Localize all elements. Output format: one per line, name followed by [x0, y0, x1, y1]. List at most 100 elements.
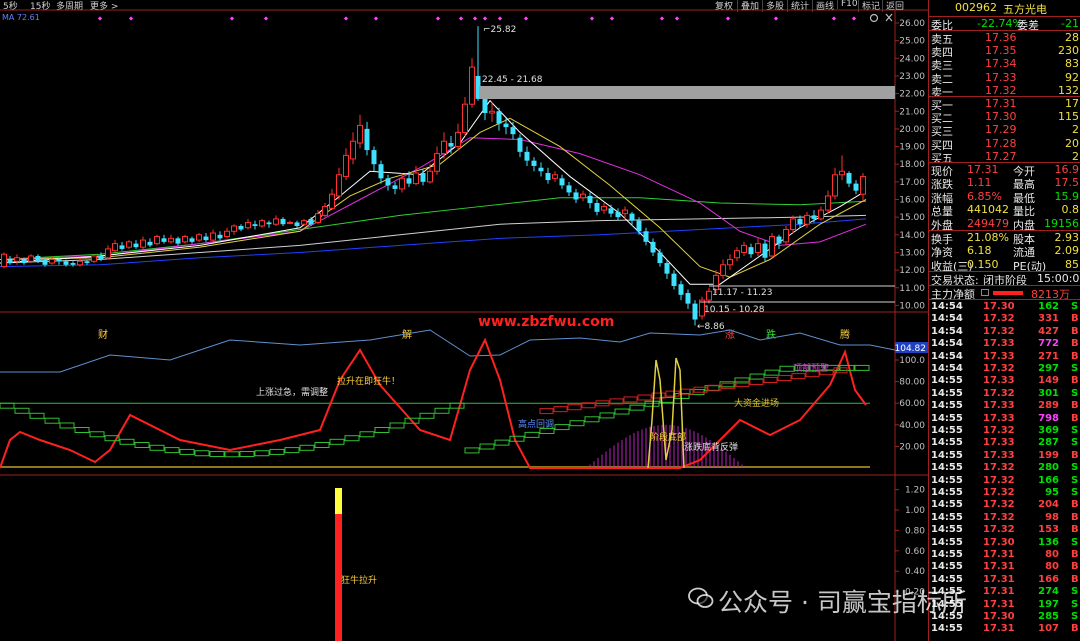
candle-body — [496, 111, 502, 124]
candle-body — [692, 303, 698, 320]
candle-body — [860, 176, 866, 195]
candle-body — [839, 170, 845, 176]
trade-time: 14:55 — [931, 474, 963, 486]
osc-top-value: 104.82 — [895, 344, 927, 354]
osc-step-box-red — [539, 408, 554, 415]
candle-body — [601, 206, 607, 211]
candle-body — [84, 261, 90, 264]
bid-row[interactable]: 买四 17.28 20 — [929, 137, 1080, 152]
osc-step-box-red — [749, 378, 764, 385]
candle-body — [846, 173, 852, 184]
candle-body — [741, 244, 747, 253]
candle-body — [636, 220, 642, 232]
candle-body — [790, 218, 796, 231]
bid-row[interactable]: 买一 17.31 17 — [929, 97, 1080, 112]
osc-label-rebound: 涨跌底背反弹 — [684, 441, 738, 453]
trade-volume: 287 — [1038, 437, 1059, 449]
settings-icon[interactable] — [869, 13, 879, 23]
candle-body — [301, 220, 307, 225]
trade-side: B — [1071, 511, 1079, 523]
vol-tick-label: 0.60 — [905, 547, 925, 557]
osc-step-box — [749, 373, 765, 380]
ask-row[interactable]: 卖二 17.33 92 — [929, 71, 1080, 86]
trade-row: 14:55 17.31 107 B — [929, 623, 1080, 635]
candle-body — [427, 170, 433, 183]
candle-body — [336, 174, 342, 197]
bid-row[interactable]: 买三 17.29 2 — [929, 123, 1080, 138]
trade-time: 14:55 — [931, 487, 963, 498]
price-tick-label: 18.00 — [899, 160, 925, 170]
candle-body — [56, 259, 62, 262]
osc-step-box — [419, 412, 435, 419]
osc-step-box — [149, 444, 165, 451]
stat-row: 现价 17.31 今开 16.9 — [929, 163, 1080, 178]
osc-tick-label: 80.00 — [899, 378, 925, 388]
candle-body — [21, 259, 27, 264]
price-tick-label: 15.00 — [899, 213, 925, 223]
ask-row[interactable]: 卖三 17.34 83 — [929, 57, 1080, 72]
candle-body — [238, 225, 244, 230]
candle-body — [853, 183, 859, 191]
trade-price: 17.33 — [983, 437, 1015, 449]
trade-volume: 166 — [1038, 573, 1059, 585]
trade-time: 14:55 — [931, 462, 963, 474]
osc-label-high_return: 高点回调 — [518, 418, 554, 430]
candle-body — [462, 103, 468, 133]
trade-side: B — [1071, 375, 1079, 387]
candle-body — [399, 177, 405, 190]
stat-value: 2.09 — [1054, 244, 1080, 258]
osc-step-box — [494, 439, 510, 446]
osc-step-box — [554, 424, 570, 431]
ask-volume: 230 — [1058, 44, 1079, 58]
trade-time: 14:55 — [931, 412, 963, 424]
candle-body — [112, 243, 118, 252]
trade-time: 14:55 — [931, 536, 963, 548]
signal-marker — [497, 16, 503, 21]
osc-step-box — [89, 431, 105, 438]
trade-price: 17.31 — [983, 573, 1015, 585]
trade-side: B — [1071, 412, 1079, 424]
trade-row: 14:54 17.32 297 S — [929, 363, 1080, 375]
trade-row: 14:55 17.32 204 B — [929, 499, 1080, 511]
trade-time: 14:55 — [931, 437, 963, 449]
trade-row: 14:55 17.30 136 S — [929, 537, 1080, 549]
bid-row[interactable]: 买二 17.30 115 — [929, 110, 1080, 125]
signal-marker — [523, 16, 529, 21]
candle-body — [517, 137, 523, 152]
ask-row[interactable]: 卖四 17.35 230 — [929, 44, 1080, 59]
ask-row[interactable]: 卖五 17.36 28 — [929, 31, 1080, 46]
trade-row: 14:54 17.32 331 B — [929, 313, 1080, 325]
trade-volume: 166 — [1038, 474, 1059, 486]
main-flow-bar — [993, 291, 1023, 295]
bid-volume: 17 — [1065, 97, 1079, 110]
trade-price: 17.30 — [983, 536, 1015, 548]
trade-side: S — [1071, 301, 1079, 312]
candle-body — [797, 218, 803, 225]
trade-row: 14:55 17.33 287 S — [929, 437, 1080, 449]
osc-step-box — [239, 451, 255, 458]
trade-volume: 285 — [1038, 611, 1059, 622]
osc-label-consolidation: 上涨过急，需调整 — [256, 386, 328, 398]
grid-icon[interactable] — [981, 289, 989, 296]
candle-body — [70, 263, 76, 265]
candle-body — [364, 128, 370, 151]
signal-marker — [482, 16, 488, 21]
trade-volume: 153 — [1038, 524, 1059, 536]
trade-volume: 772 — [1038, 338, 1059, 350]
close-icon[interactable] — [885, 13, 893, 22]
trade-time: 14:54 — [931, 325, 963, 337]
candle-body — [448, 143, 454, 147]
osc-label-bottom: 阶段底部 — [650, 431, 686, 443]
candle-body — [294, 222, 300, 226]
trade-volume: 798 — [1038, 412, 1059, 424]
trade-price: 17.32 — [983, 425, 1015, 436]
candle-body — [273, 218, 279, 225]
signal-marker — [343, 16, 349, 21]
osc-label-big_fund: 大资金进场 — [734, 397, 779, 409]
trade-price: 17.32 — [983, 499, 1015, 511]
trade-price: 17.31 — [983, 598, 1015, 610]
ma-indicator-label: MA 72.61 — [2, 13, 40, 22]
kline-chart[interactable]: MA 72.61 22.45 - 21.68 ⌐25.82 11.17 - 11.2… — [0, 0, 928, 641]
candle-body — [357, 124, 363, 144]
osc-step-box — [479, 443, 495, 450]
